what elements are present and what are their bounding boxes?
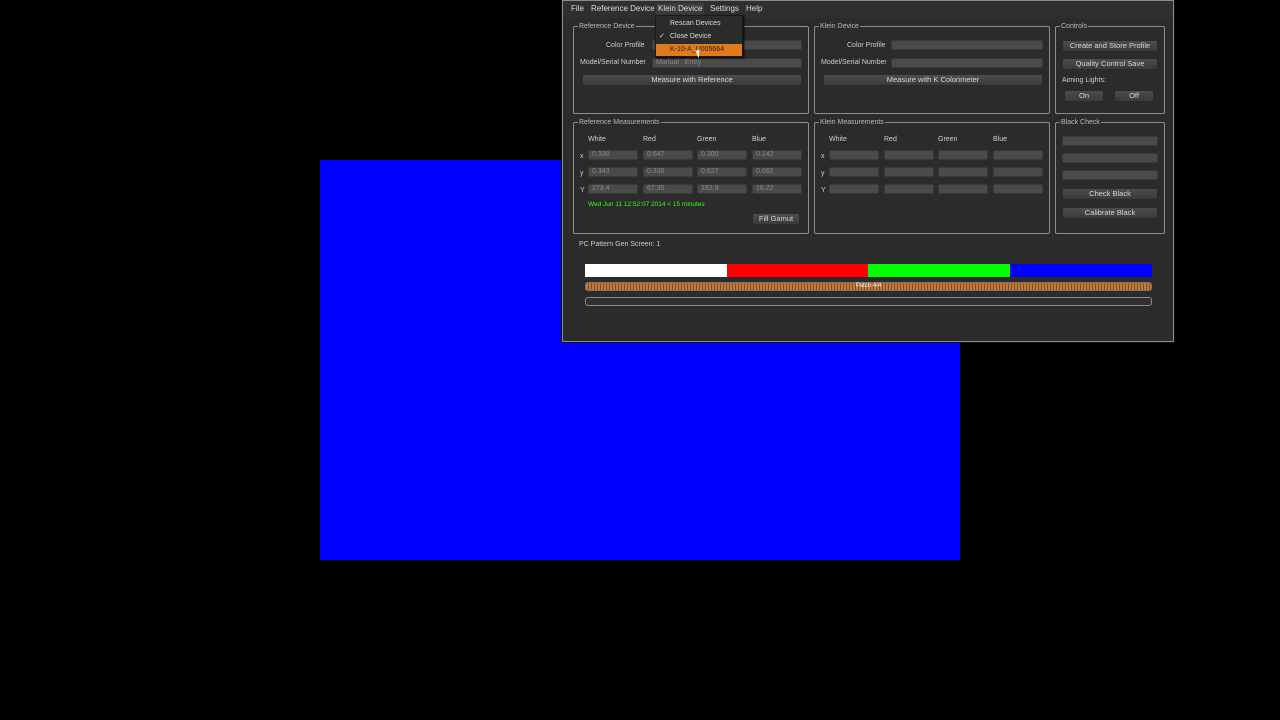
klein-row-y: y — [821, 170, 825, 177]
menu-help[interactable]: Help — [746, 4, 762, 13]
ref-col-red: Red — [643, 136, 656, 143]
klein-color-profile-label: Color Profile — [847, 42, 886, 49]
checkmark-icon: ✓ — [659, 33, 665, 40]
klein-color-profile-field[interactable] — [891, 40, 1043, 50]
klein-Y-white[interactable] — [829, 184, 879, 194]
ref-x-red[interactable]: 0.647 — [643, 150, 693, 160]
ref-col-white: White — [588, 136, 606, 143]
ref-row-Y: Y — [580, 187, 585, 194]
reference-measurements-title: Reference Measurements — [578, 118, 661, 127]
calibration-window: File Reference Device Klein Device Setti… — [562, 0, 1174, 342]
ref-row-y: y — [580, 170, 584, 177]
patch-progress-text: Patch 4/4 — [855, 283, 882, 289]
klein-y-white[interactable] — [829, 167, 879, 177]
klein-y-blue[interactable] — [993, 167, 1043, 177]
menu-reference-device[interactable]: Reference Device — [591, 4, 655, 13]
klein-col-green: Green — [938, 136, 958, 143]
check-black-button[interactable]: Check Black — [1062, 188, 1158, 200]
ref-y-blue[interactable]: 0.062 — [752, 167, 802, 177]
reference-device-title: Reference Device — [578, 22, 636, 31]
ref-Y-blue[interactable]: 18.22 — [752, 184, 802, 194]
ref-x-green[interactable]: 0.300 — [697, 150, 747, 160]
fill-gamut-button[interactable]: Fill Gamut — [752, 213, 800, 225]
create-store-profile-button[interactable]: Create and Store Profile — [1062, 40, 1158, 52]
black-check-field-2[interactable] — [1062, 153, 1158, 163]
dropdown-close-device[interactable]: ✓ Close Device — [656, 31, 742, 43]
controls-group: Controls Create and Store Profile Qualit… — [1055, 22, 1165, 114]
measure-with-reference-button[interactable]: Measure with Reference — [582, 74, 802, 86]
reference-measurements-group: Reference Measurements White Red Green B… — [573, 118, 809, 234]
menu-file[interactable]: File — [571, 4, 584, 13]
klein-model-field[interactable] — [891, 58, 1043, 68]
klein-x-green[interactable] — [938, 150, 988, 160]
swatch-green — [868, 264, 1010, 277]
aiming-on-button[interactable]: On — [1064, 90, 1104, 102]
klein-y-red[interactable] — [884, 167, 934, 177]
klein-measurements-group: Klein Measurements White Red Green Blue … — [814, 118, 1050, 234]
ref-col-green: Green — [697, 136, 717, 143]
ref-y-white[interactable]: 0.343 — [588, 167, 638, 177]
klein-x-red[interactable] — [884, 150, 934, 160]
klein-col-white: White — [829, 136, 847, 143]
klein-x-white[interactable] — [829, 150, 879, 160]
dropdown-close-device-label: Close Device — [670, 33, 712, 40]
klein-col-blue: Blue — [993, 136, 1008, 143]
dropdown-rescan-devices[interactable]: Rescan Devices — [656, 18, 742, 30]
swatch-blue — [1010, 264, 1152, 277]
klein-model-label: Model/Serial Number — [821, 59, 887, 66]
klein-device-title: Klein Device — [819, 22, 860, 31]
quality-control-save-button[interactable]: Quality Control Save — [1062, 58, 1158, 70]
klein-y-green[interactable] — [938, 167, 988, 177]
ref-Y-red[interactable]: 67.35 — [643, 184, 693, 194]
ref-model-field[interactable]: Manual : Entry — [652, 58, 802, 68]
ref-y-green[interactable]: 0.627 — [697, 167, 747, 177]
calibrate-black-button[interactable]: Calibrate Black — [1062, 207, 1158, 219]
black-check-title: Black Check — [1060, 118, 1101, 127]
ref-model-label: Model/Serial Number — [580, 59, 646, 66]
patch-progress-bar: Patch 4/4 — [585, 282, 1152, 291]
pattern-gen-label: PC Pattern Gen Screen: 1 — [579, 241, 661, 248]
ref-color-profile-label: Color Profile — [606, 42, 645, 49]
ref-col-blue: Blue — [752, 136, 767, 143]
secondary-progress-bar — [585, 297, 1152, 306]
aiming-lights-label: Aiming Lights: — [1062, 77, 1106, 84]
klein-Y-green[interactable] — [938, 184, 988, 194]
klein-x-blue[interactable] — [993, 150, 1043, 160]
klein-device-group: Klein Device Color Profile Model/Serial … — [814, 22, 1050, 114]
klein-row-x: x — [821, 153, 825, 160]
menu-settings[interactable]: Settings — [710, 4, 739, 13]
controls-title: Controls — [1060, 22, 1089, 31]
ref-Y-green[interactable]: 182.9 — [697, 184, 747, 194]
klein-Y-blue[interactable] — [993, 184, 1043, 194]
ref-row-x: x — [580, 153, 584, 160]
measurement-timestamp: Wed Jun 11 12:52:07 2014 < 15 minutes — [588, 201, 705, 208]
ref-Y-white[interactable]: 273.4 — [588, 184, 638, 194]
klein-col-red: Red — [884, 136, 897, 143]
klein-row-Y: Y — [821, 187, 826, 194]
black-check-group: Black Check Check Black Calibrate Black — [1055, 118, 1165, 234]
ref-x-white[interactable]: 0.330 — [588, 150, 638, 160]
ref-y-red[interactable]: 0.336 — [643, 167, 693, 177]
black-check-field-1[interactable] — [1062, 136, 1158, 146]
swatch-red — [727, 264, 868, 277]
swatch-white — [585, 264, 727, 277]
klein-measurements-title: Klein Measurements — [819, 118, 885, 127]
aiming-off-button[interactable]: Off — [1114, 90, 1154, 102]
black-check-field-3[interactable] — [1062, 170, 1158, 180]
ref-x-blue[interactable]: 0.142 — [752, 150, 802, 160]
measure-with-k-colorimeter-button[interactable]: Measure with K Colorimeter — [823, 74, 1043, 86]
klein-Y-red[interactable] — [884, 184, 934, 194]
